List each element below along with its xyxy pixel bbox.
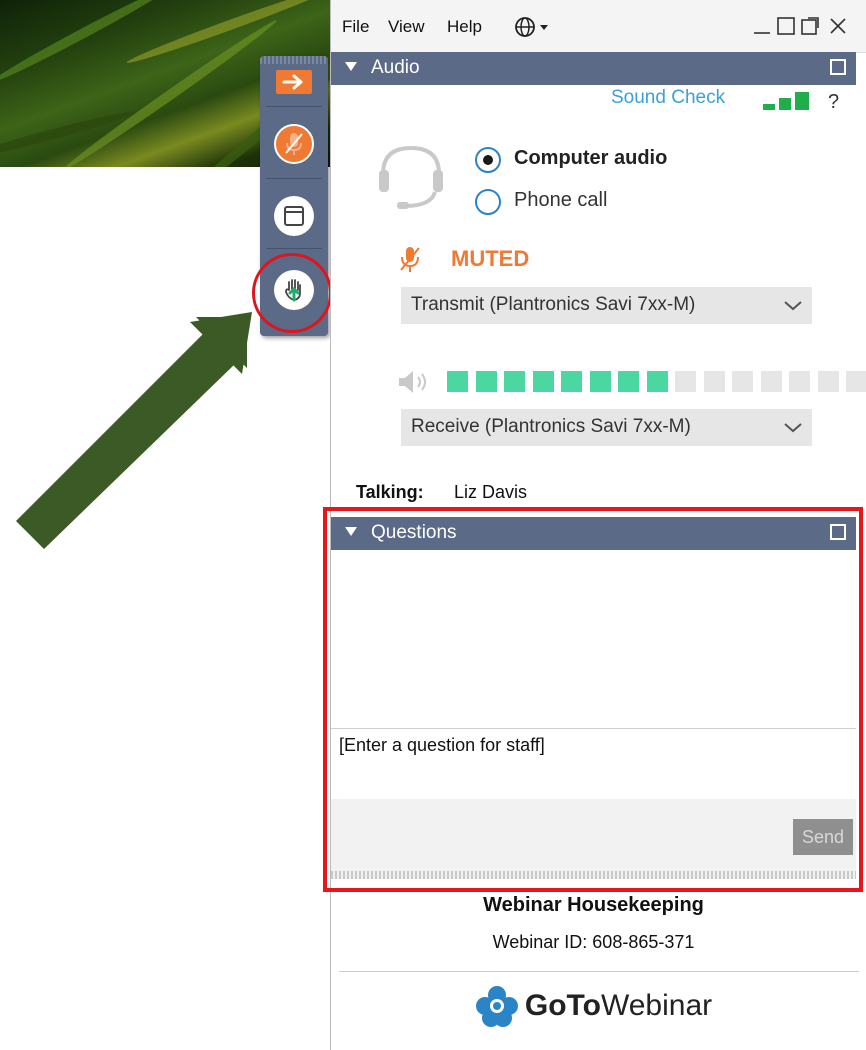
sound-check-link[interactable]: Sound Check	[611, 87, 725, 109]
language-menu[interactable]	[514, 16, 554, 42]
audio-header-label: Audio	[371, 57, 420, 78]
transmit-device-select[interactable]: Transmit (Plantronics Savi 7xx-M)	[401, 287, 812, 324]
gotowebinar-window: File View Help Audio Sound Check ? Compu…	[330, 0, 866, 1050]
level-segment	[646, 371, 668, 392]
raise-hand-button[interactable]	[274, 270, 314, 310]
popout-icon[interactable]	[800, 16, 820, 36]
collapse-panel-button[interactable]	[276, 70, 312, 94]
level-segment	[760, 371, 782, 392]
level-segment	[532, 371, 554, 392]
computer-audio-radio[interactable]	[475, 147, 501, 173]
level-segment	[846, 371, 866, 392]
send-button[interactable]: Send	[793, 819, 853, 855]
muted-status: MUTED	[451, 246, 530, 271]
question-input[interactable]: [Enter a question for staff]	[331, 728, 856, 800]
level-segment	[703, 371, 725, 392]
question-input-text: [Enter a question for staff]	[339, 735, 545, 755]
chevron-down-icon	[784, 301, 802, 311]
mic-muted-icon	[285, 133, 303, 155]
raise-hand-icon	[285, 279, 301, 302]
receive-device-value: Receive (Plantronics Savi 7xx-M)	[411, 416, 691, 437]
receive-device-select[interactable]: Receive (Plantronics Savi 7xx-M)	[401, 409, 812, 446]
arrow-right-icon	[282, 74, 303, 90]
popout-icon[interactable]	[830, 59, 846, 75]
speaker-icon	[399, 371, 426, 393]
phone-call-radio[interactable]	[475, 189, 501, 215]
gotowebinar-logo-icon	[475, 986, 518, 1027]
talking-label: Talking:	[356, 482, 424, 502]
popout-icon[interactable]	[830, 524, 846, 540]
level-segment	[447, 371, 468, 392]
questions-header-label: Questions	[371, 522, 457, 543]
help-mark[interactable]: ?	[828, 91, 839, 114]
menu-view[interactable]: View	[388, 17, 425, 37]
collapse-triangle-icon	[345, 62, 357, 71]
collapse-triangle-icon	[345, 527, 357, 536]
transmit-device-value: Transmit (Plantronics Savi 7xx-M)	[411, 294, 696, 315]
webinar-title: Webinar Housekeeping	[483, 894, 704, 916]
level-segment	[675, 371, 696, 392]
level-segment	[817, 371, 839, 392]
menu-file[interactable]: File	[342, 17, 369, 37]
signal-bars-icon	[763, 92, 809, 110]
window-icon	[284, 206, 304, 226]
mute-toggle-button[interactable]	[274, 124, 314, 164]
questions-footer	[331, 799, 856, 871]
audio-section-header[interactable]: Audio	[331, 52, 856, 85]
level-segment	[504, 371, 525, 392]
level-segment	[475, 371, 497, 392]
menu-bar: File View Help	[331, 0, 866, 53]
headset-icon	[379, 145, 443, 209]
panel-grip[interactable]	[260, 56, 328, 64]
questions-section-header[interactable]: Questions	[331, 517, 856, 550]
minimize-icon[interactable]	[752, 16, 772, 36]
logo-goto-text: GoTo	[524, 989, 601, 1022]
talking-name: Liz Davis	[454, 482, 528, 502]
close-icon[interactable]	[828, 16, 848, 36]
maximize-icon[interactable]	[776, 16, 796, 36]
level-segment	[589, 371, 611, 392]
control-panel-bar	[260, 56, 328, 336]
level-segment	[789, 371, 810, 392]
show-window-button[interactable]	[274, 196, 314, 236]
footer-divider	[339, 971, 859, 972]
webinar-id: Webinar ID: 608-865-371	[492, 932, 695, 952]
level-segment	[732, 371, 753, 392]
phone-call-label[interactable]: Phone call	[514, 189, 607, 212]
mic-muted-icon	[400, 247, 420, 272]
level-segment	[561, 371, 582, 392]
level-segment	[618, 371, 639, 392]
resize-grip[interactable]	[331, 871, 856, 879]
questions-log[interactable]	[331, 551, 856, 727]
chevron-down-icon	[784, 423, 802, 433]
logo-webinar-text: Webinar	[600, 989, 713, 1022]
globe-icon	[515, 17, 548, 37]
menu-help[interactable]: Help	[447, 17, 482, 37]
gotowebinar-logo: GoTo Webinar	[331, 984, 856, 1028]
computer-audio-label[interactable]: Computer audio	[514, 147, 667, 170]
